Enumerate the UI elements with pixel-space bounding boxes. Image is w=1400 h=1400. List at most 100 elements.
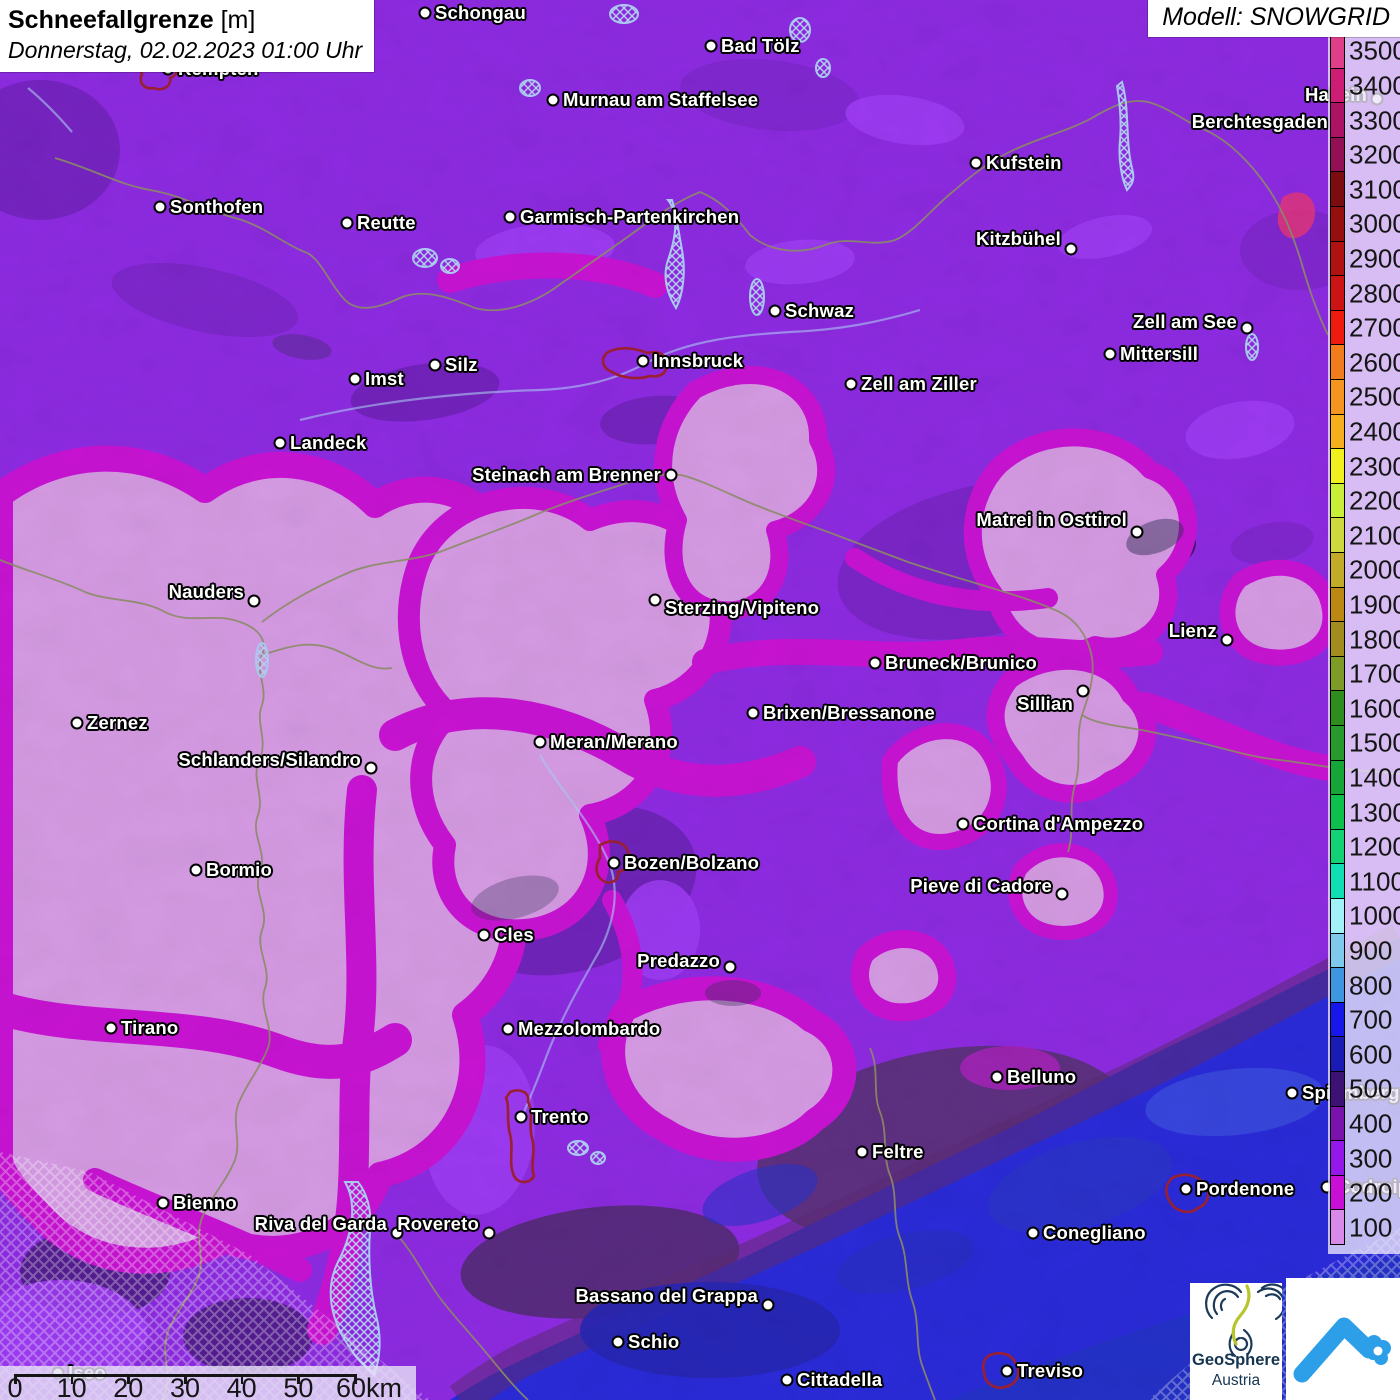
title-unit: [m] (221, 6, 256, 34)
geosphere-country: Austria (1190, 1372, 1282, 1390)
city-label-reutte: Reutte (357, 212, 416, 234)
city-dot-silz (429, 359, 442, 372)
city-label-mittersill: Mittersill (1120, 343, 1198, 365)
city-dot-cles (478, 929, 491, 942)
city-label-pordenone: Pordenone (1196, 1178, 1294, 1200)
city-dot-rovereto (483, 1227, 496, 1240)
city-label-rovereto: Rovereto (397, 1213, 479, 1235)
mountain-logo-icon (1286, 1278, 1400, 1400)
legend-swatch-400 (1330, 1106, 1345, 1142)
scale-label-10: 10 (57, 1373, 87, 1400)
city-dot-spilimbergo (1286, 1087, 1299, 1100)
city-label-bad-t-lz: Bad Tölz (721, 35, 800, 57)
title-variable: Schneefallgrenze (8, 6, 214, 34)
city-dot-feltre (856, 1146, 869, 1159)
legend-value-800: 800 (1349, 970, 1392, 1001)
city-label-schongau: Schongau (435, 2, 526, 24)
legend-swatch-1100 (1330, 863, 1345, 899)
legend-value-2800: 2800 (1349, 278, 1400, 309)
city-label-bruneck-brunico: Bruneck/Brunico (885, 652, 1037, 674)
legend-swatch-3100 (1330, 171, 1345, 207)
city-dot-schlanders-silandro (365, 762, 378, 775)
legend-value-100: 100 (1349, 1212, 1392, 1243)
map-title-box: Schneefallgrenze [m] Donnerstag, 02.02.2… (0, 0, 374, 72)
city-label-matrei-in-osttirol: Matrei in Osttirol (976, 509, 1127, 531)
legend-value-2500: 2500 (1349, 382, 1400, 413)
city-label-silz: Silz (445, 354, 478, 376)
city-dot-sterzing-vipiteno (649, 594, 662, 607)
city-marker-layer: SchongauBad TölzKemptenMurnau am Staffel… (0, 0, 1400, 1400)
city-label-bassano-del-grappa: Bassano del Grappa (576, 1285, 759, 1307)
scale-label-0: 0 (7, 1373, 22, 1400)
legend-value-3300: 3300 (1349, 105, 1400, 136)
city-dot-conegliano (1027, 1227, 1040, 1240)
map-title: Schneefallgrenze [m] (8, 6, 362, 35)
legend-value-3000: 3000 (1349, 209, 1400, 240)
legend-swatch-700 (1330, 1002, 1345, 1038)
legend-swatch-600 (1330, 1036, 1345, 1072)
city-label-kufstein: Kufstein (986, 152, 1062, 174)
legend-value-200: 200 (1349, 1178, 1392, 1209)
city-label-brixen-bressanone: Brixen/Bressanone (763, 702, 935, 724)
city-dot-bassano-del-grappa (762, 1299, 775, 1312)
elevation-legend: 3500340033003200310030002900280027002600… (1328, 28, 1400, 1254)
legend-swatch-2600 (1330, 344, 1345, 380)
city-dot-tirano (105, 1022, 118, 1035)
legend-swatch-1400 (1330, 760, 1345, 796)
city-label-cortina-d-ampezzo: Cortina d'Ampezzo (973, 813, 1143, 835)
legend-swatch-3500 (1330, 33, 1345, 69)
legend-swatch-2700 (1330, 310, 1345, 346)
city-dot-schio (612, 1336, 625, 1349)
legend-swatch-3200 (1330, 137, 1345, 173)
scale-label-60km: 60km (336, 1373, 402, 1400)
legend-value-700: 700 (1349, 1005, 1392, 1036)
city-dot-predazzo (724, 961, 737, 974)
legend-swatch-3000 (1330, 206, 1345, 242)
legend-swatch-1900 (1330, 587, 1345, 623)
city-dot-steinach-am-brenner (665, 469, 678, 482)
city-dot-garmisch-partenkirchen (504, 211, 517, 224)
city-dot-zell-am-ziller (845, 378, 858, 391)
legend-swatch-1200 (1330, 829, 1345, 865)
legend-value-1500: 1500 (1349, 728, 1400, 759)
model-label-box: Modell: SNOWGRID (1148, 0, 1400, 37)
legend-value-2300: 2300 (1349, 451, 1400, 482)
mountain-logo-box (1286, 1278, 1400, 1400)
legend-swatch-2200 (1330, 483, 1345, 519)
city-label-schwaz: Schwaz (785, 300, 854, 322)
city-dot-bad-t-lz (705, 40, 718, 53)
legend-value-1100: 1100 (1349, 866, 1400, 897)
city-label-sillian: Sillian (1017, 693, 1073, 715)
city-dot-imst (349, 373, 362, 386)
map-valid-time: Donnerstag, 02.02.2023 01:00 Uhr (8, 37, 362, 64)
legend-swatch-2900 (1330, 241, 1345, 277)
city-label-schlanders-silandro: Schlanders/Silandro (178, 749, 361, 771)
legend-swatch-2100 (1330, 517, 1345, 553)
city-label-riva-del-garda: Riva del Garda (255, 1213, 387, 1235)
legend-value-900: 900 (1349, 935, 1392, 966)
city-label-murnau-am-staffelsee: Murnau am Staffelsee (563, 89, 758, 111)
city-label-conegliano: Conegliano (1043, 1222, 1146, 1244)
legend-swatch-3400 (1330, 68, 1345, 104)
legend-value-1300: 1300 (1349, 797, 1400, 828)
legend-value-3200: 3200 (1349, 140, 1400, 171)
legend-value-1900: 1900 (1349, 589, 1400, 620)
city-label-bozen-bolzano: Bozen/Bolzano (624, 852, 759, 874)
city-label-trento: Trento (531, 1106, 589, 1128)
city-label-nauders: Nauders (169, 581, 244, 603)
city-dot-belluno (991, 1071, 1004, 1084)
city-dot-reutte (341, 217, 354, 230)
scale-label-20: 20 (113, 1373, 143, 1400)
city-label-pieve-di-cadore: Pieve di Cadore (910, 875, 1052, 897)
scale-label-30: 30 (170, 1373, 200, 1400)
city-label-zell-am-see: Zell am See (1133, 311, 1237, 333)
legend-swatch-1600 (1330, 690, 1345, 726)
city-dot-bienno (157, 1197, 170, 1210)
legend-value-2400: 2400 (1349, 416, 1400, 447)
legend-value-3100: 3100 (1349, 174, 1400, 205)
city-label-cles: Cles (494, 924, 534, 946)
city-dot-schwaz (769, 305, 782, 318)
city-dot-brixen-bressanone (747, 707, 760, 720)
city-dot-pordenone (1180, 1183, 1193, 1196)
legend-value-1700: 1700 (1349, 659, 1400, 690)
